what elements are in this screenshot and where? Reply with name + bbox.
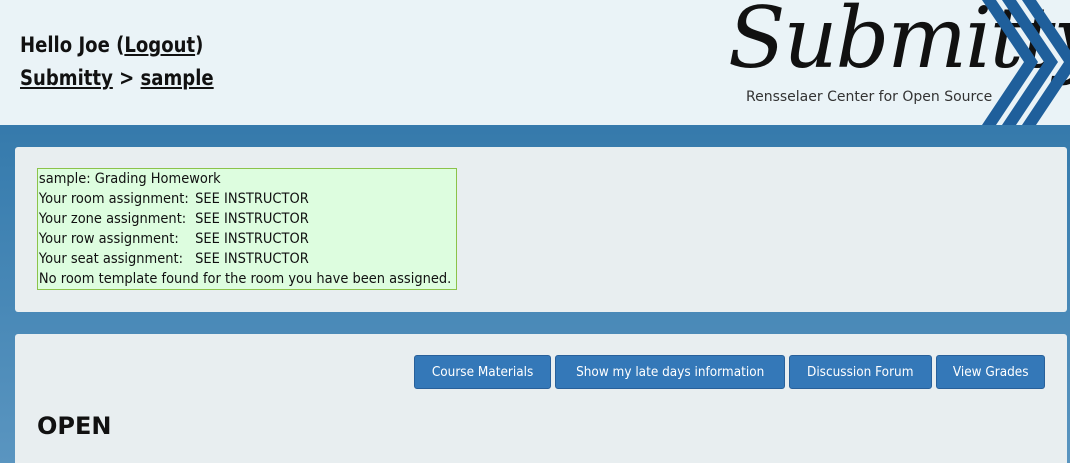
breadcrumb-submitty-link[interactable]: Submitty	[20, 66, 113, 90]
gradeables-panel: Course Materials Show my late days infor…	[15, 334, 1067, 463]
greeting-line: Hello Joe (Logout)	[20, 29, 214, 62]
hello-suffix: )	[195, 33, 204, 57]
row-label: Your row assignment:	[38, 231, 179, 247]
user-greeting: Hello Joe (Logout) Submitty > sample	[20, 29, 214, 95]
open-section-title: OPEN	[37, 412, 112, 440]
discussion-forum-label: Discussion Forum	[807, 364, 914, 380]
row-assignment-row: Your row assignment: SEE INSTRUCTOR	[38, 229, 427, 249]
zone-value: SEE INSTRUCTOR	[195, 211, 309, 227]
breadcrumb-course-link[interactable]: sample	[141, 66, 214, 90]
zone-label: Your zone assignment:	[38, 211, 187, 227]
hello-text: Hello Joe (	[20, 33, 125, 57]
breadcrumb-separator: >	[112, 66, 141, 90]
seating-title: sample: Grading Homework	[38, 171, 221, 187]
room-assignment-row: Your room assignment: SEE INSTRUCTOR	[38, 189, 427, 209]
seat-assignment-row: Your seat assignment: SEE INSTRUCTOR	[38, 249, 427, 269]
view-grades-button[interactable]: View Grades	[935, 355, 1045, 389]
late-days-label: Show my late days information	[575, 364, 765, 380]
breadcrumb: Submitty > sample	[20, 62, 214, 95]
zone-assignment-row: Your zone assignment: SEE INSTRUCTOR	[38, 209, 427, 229]
course-materials-button[interactable]: Course Materials	[413, 355, 551, 389]
logo-tagline: Rensselaer Center for Open Source	[746, 89, 993, 105]
view-grades-label: View Grades	[952, 364, 1029, 380]
seat-value: SEE INSTRUCTOR	[195, 251, 309, 267]
seating-panel: sample: Grading Homework Your room assig…	[15, 147, 1067, 312]
seating-assignment-box: sample: Grading Homework Your room assig…	[37, 168, 457, 290]
late-days-button[interactable]: Show my late days information	[554, 355, 786, 389]
course-materials-label: Course Materials	[431, 364, 533, 380]
room-label: Your room assignment:	[38, 191, 189, 207]
seat-label: Your seat assignment:	[38, 251, 184, 267]
submitty-logo[interactable]: Submitty Rensselaer Center for Open Sour…	[722, 0, 1070, 125]
course-actions: Course Materials Show my late days infor…	[413, 355, 1045, 389]
site-header: Hello Joe (Logout) Submitty > sample Sub…	[0, 0, 1070, 125]
room-template-note: No room template found for the room you …	[38, 271, 452, 287]
logout-link[interactable]: Logout	[124, 33, 195, 57]
chevron-logo-icon	[982, 0, 1070, 125]
room-value: SEE INSTRUCTOR	[195, 191, 309, 207]
row-value: SEE INSTRUCTOR	[195, 231, 309, 247]
discussion-forum-button[interactable]: Discussion Forum	[789, 355, 932, 389]
